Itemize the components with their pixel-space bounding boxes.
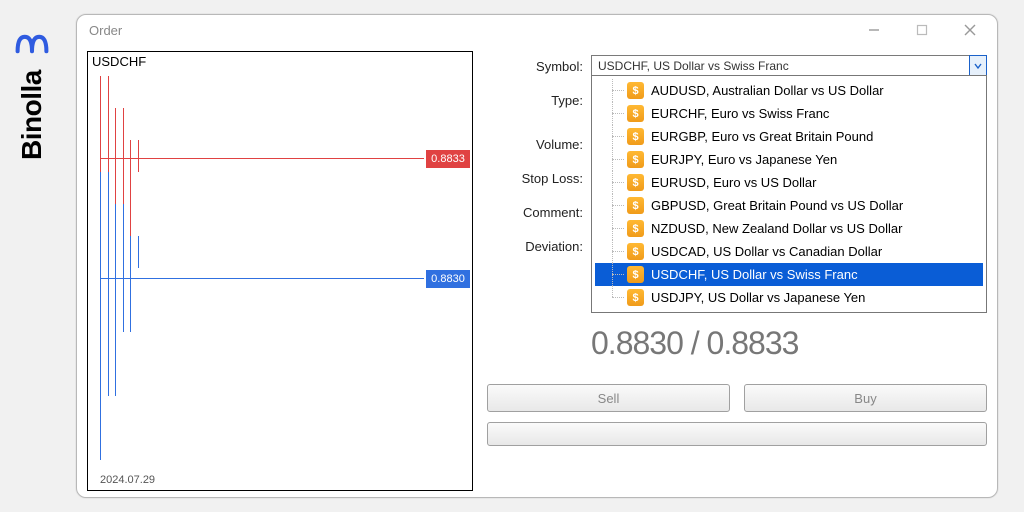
tree-line-icon [605,263,627,286]
dropdown-item[interactable]: $ EURJPY, Euro vs Japanese Yen [595,148,983,171]
currency-icon: $ [627,243,644,260]
label-symbol: Symbol: [487,59,591,74]
tree-line-icon [605,194,627,217]
dropdown-item[interactable]: $ EURGBP, Euro vs Great Britain Pound [595,125,983,148]
status-input[interactable] [487,422,987,446]
tree-line-icon [605,125,627,148]
tree-line-icon [605,286,627,309]
chart-xaxis-label: 2024.07.29 [100,474,155,486]
dropdown-item-label: AUDUSD, Australian Dollar vs US Dollar [651,83,884,98]
symbol-dropdown[interactable]: $AUDUSD, Australian Dollar vs US Dollar$… [591,75,987,313]
tree-line-icon [605,217,627,240]
titlebar: Order [77,15,997,45]
label-comment: Comment: [487,205,591,220]
currency-icon: $ [627,151,644,168]
label-volume: Volume: [487,137,591,152]
currency-icon: $ [627,82,644,99]
maximize-icon[interactable] [907,20,937,40]
dropdown-item-label: EURJPY, Euro vs Japanese Yen [651,152,837,167]
currency-icon: $ [627,128,644,145]
tree-line-icon [605,102,627,125]
dropdown-item-label: USDCHF, US Dollar vs Swiss Franc [651,267,858,282]
currency-icon: $ [627,220,644,237]
dropdown-item-label: USDJPY, US Dollar vs Japanese Yen [651,290,865,305]
sell-button[interactable]: Sell [487,384,730,412]
dropdown-item-label: EURUSD, Euro vs US Dollar [651,175,816,190]
buy-button[interactable]: Buy [744,384,987,412]
quote-display: 0.8830 / 0.8833 [591,325,987,362]
tick-chart: USDCHF 0.8833 0.8830 2024.07.29 [87,51,473,491]
dropdown-item-label: USDCAD, US Dollar vs Canadian Dollar [651,244,882,259]
tree-line-icon [605,79,627,102]
dropdown-item[interactable]: $ USDCHF, US Dollar vs Swiss Franc [595,263,983,286]
symbol-select-value: USDCHF, US Dollar vs Swiss Franc [598,59,789,73]
close-icon[interactable] [955,20,985,40]
dropdown-item-label: EURCHF, Euro vs Swiss Franc [651,106,829,121]
dropdown-item[interactable]: $ AUDUSD, Australian Dollar vs US Dollar [595,79,983,102]
chart-symbol-label: USDCHF [92,54,146,69]
dropdown-item-label: GBPUSD, Great Britain Pound vs US Dollar [651,198,903,213]
tree-line-icon [605,148,627,171]
brand-logo: Binolla [14,26,50,160]
brand-icon [14,26,50,62]
dropdown-item[interactable]: $ USDJPY, US Dollar vs Japanese Yen [595,286,983,309]
ask-price-badge: 0.8833 [426,150,470,168]
dropdown-item[interactable]: $ EURCHF, Euro vs Swiss Franc [595,102,983,125]
order-form: Symbol: USDCHF, US Dollar vs Swiss Franc… [487,51,987,485]
minimize-icon[interactable] [859,20,889,40]
dropdown-item[interactable]: $ USDCAD, US Dollar vs Canadian Dollar [595,240,983,263]
dropdown-item[interactable]: $ EURUSD, Euro vs US Dollar [595,171,983,194]
symbol-select[interactable]: USDCHF, US Dollar vs Swiss Franc [591,55,987,77]
brand-name: Binolla [16,70,48,160]
window-title: Order [89,23,122,38]
currency-icon: $ [627,174,644,191]
chevron-down-icon[interactable] [969,55,987,77]
dropdown-item-label: NZDUSD, New Zealand Dollar vs US Dollar [651,221,902,236]
chart-canvas [100,76,428,460]
label-type: Type: [487,93,591,108]
bid-price-badge: 0.8830 [426,270,470,288]
tree-line-icon [605,171,627,194]
label-deviation: Deviation: [487,239,591,254]
tree-line-icon [605,240,627,263]
currency-icon: $ [627,266,644,283]
order-window: Order USDCHF 0.8833 0.8830 2024.07.29 Sy… [76,14,998,498]
dropdown-item[interactable]: $ GBPUSD, Great Britain Pound vs US Dolla… [595,194,983,217]
dropdown-item[interactable]: $ NZDUSD, New Zealand Dollar vs US Dollar [595,217,983,240]
currency-icon: $ [627,289,644,306]
currency-icon: $ [627,105,644,122]
label-stoploss: Stop Loss: [487,171,591,186]
currency-icon: $ [627,197,644,214]
dropdown-item-label: EURGBP, Euro vs Great Britain Pound [651,129,873,144]
